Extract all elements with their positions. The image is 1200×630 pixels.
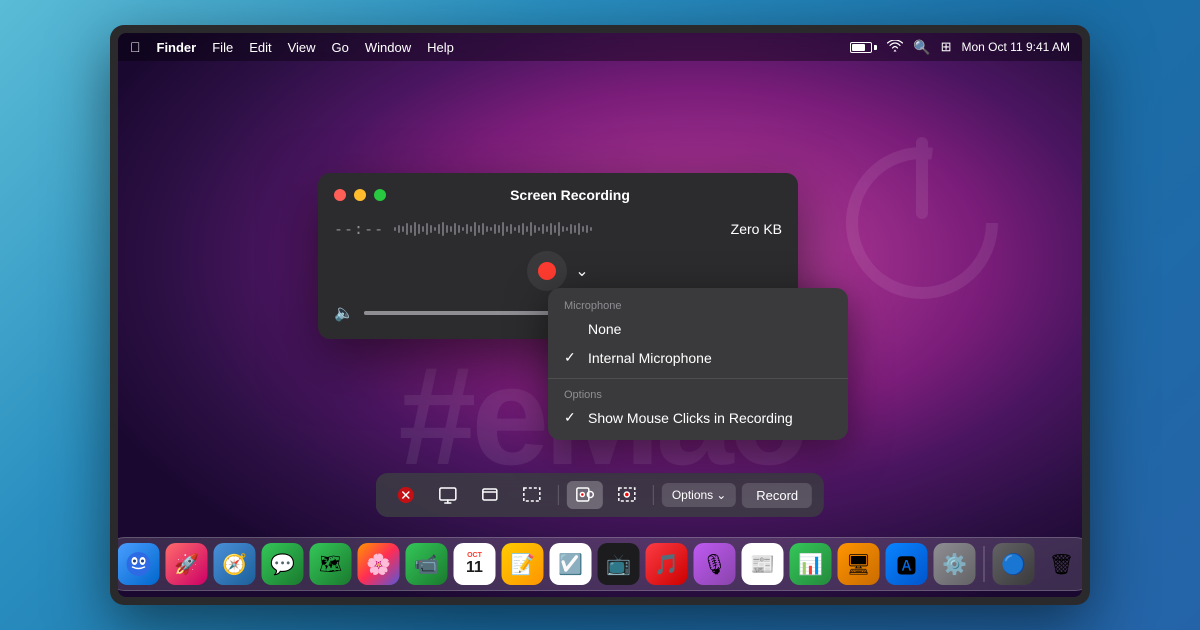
dock: 🚀 🧭 💬 🗺 🌸 📹 — [118, 537, 1082, 591]
dock-maps[interactable]: 🗺 — [310, 543, 352, 585]
audio-waveform — [394, 219, 720, 239]
window-titlebar: Screen Recording — [318, 173, 798, 213]
recording-controls: --:-- Zero KB — [334, 219, 782, 239]
toolbar-divider — [558, 485, 559, 505]
power-watermark-icon — [822, 113, 1022, 313]
dock-safari[interactable]: 🧭 — [214, 543, 256, 585]
dock-keynote[interactable]: 🖥 — [838, 543, 880, 585]
dock-messages[interactable]: 💬 — [262, 543, 304, 585]
dock-finder[interactable] — [118, 543, 160, 585]
menubar-help[interactable]: Help — [427, 40, 454, 55]
toolbar-capture-screen-button[interactable] — [430, 481, 466, 509]
dropdown-divider — [548, 378, 848, 379]
dock-photos[interactable]: 🌸 — [358, 543, 400, 585]
options-chevron-icon: ⌄ — [716, 488, 726, 502]
toolbar-record-selection-button[interactable] — [609, 481, 645, 509]
menubar-go[interactable]: Go — [332, 40, 349, 55]
desktop-background: #eMac  Finder File Edit View Go — [118, 33, 1082, 597]
dock-control-center[interactable]: 🔵 — [993, 543, 1035, 585]
window-title: Screen Recording — [358, 187, 782, 203]
dock-trash[interactable]: 🗑 — [1041, 543, 1083, 585]
toolbar-record-button[interactable]: Record — [742, 483, 812, 508]
show-mouse-clicks-option[interactable]: ✓ Show Mouse Clicks in Recording — [548, 403, 848, 432]
laptop-frame: #eMac  Finder File Edit View Go — [110, 25, 1090, 605]
internal-mic-check-icon: ✓ — [564, 349, 580, 366]
mic-internal-label: Internal Microphone — [588, 350, 712, 366]
file-size-display: Zero KB — [731, 221, 782, 237]
menubar-view[interactable]: View — [288, 40, 316, 55]
toolbar-capture-window-button[interactable] — [472, 481, 508, 509]
dock-facetime[interactable]: 📹 — [406, 543, 448, 585]
mic-none-label: None — [588, 321, 621, 337]
dock-numbers[interactable]: 📊 — [790, 543, 832, 585]
search-icon[interactable]: 🔍 — [913, 39, 930, 56]
record-dot-icon — [538, 262, 556, 280]
dock-appstore[interactable]: 🅰 — [886, 543, 928, 585]
battery-tip — [874, 45, 877, 50]
battery-indicator — [850, 42, 877, 53]
dock-notes[interactable]: 📝 — [502, 543, 544, 585]
record-button[interactable] — [527, 251, 567, 291]
menubar-file[interactable]: File — [212, 40, 233, 55]
menubar:  Finder File Edit View Go Window Help — [118, 33, 1082, 61]
control-center-icon[interactable]: ⊞ — [941, 39, 952, 55]
mic-internal-option[interactable]: ✓ Internal Microphone — [548, 343, 848, 372]
battery-fill — [852, 44, 865, 51]
record-button-row: ⌄ — [334, 251, 782, 291]
dock-separator — [984, 546, 985, 582]
window-close-button[interactable] — [334, 189, 346, 201]
battery-body — [850, 42, 872, 53]
options-button-label: Options — [672, 488, 713, 502]
toolbar-close-button[interactable] — [388, 481, 424, 509]
dock-system-preferences[interactable]: ⚙️ — [934, 543, 976, 585]
menubar-window[interactable]: Window — [365, 40, 411, 55]
dock-news[interactable]: 📰 — [742, 543, 784, 585]
menubar-left:  Finder File Edit View Go Window Help — [130, 39, 454, 55]
dock-music[interactable]: 🎵 — [646, 543, 688, 585]
toolbar-record-screen-button[interactable] — [567, 481, 603, 509]
options-section-label: Options — [548, 385, 848, 403]
dock-appletv[interactable]: 📺 — [598, 543, 640, 585]
screenshot-toolbar: Options ⌄ Record — [376, 473, 824, 517]
outer-background: #eMac  Finder File Edit View Go — [0, 0, 1200, 630]
apple-logo-icon[interactable]:  — [130, 39, 141, 55]
menubar-edit[interactable]: Edit — [249, 40, 271, 55]
microphone-dropdown: Microphone ✓ None ✓ Internal Microphone … — [548, 288, 848, 440]
wifi-icon — [887, 39, 903, 55]
dock-podcasts[interactable]: 🎙 — [694, 543, 736, 585]
mouse-clicks-check-icon: ✓ — [564, 409, 580, 426]
time-display: --:-- — [334, 220, 384, 238]
menubar-datetime: Mon Oct 11 9:41 AM — [962, 40, 1071, 54]
toolbar-options-button[interactable]: Options ⌄ — [662, 483, 736, 507]
laptop-screen: #eMac  Finder File Edit View Go — [118, 33, 1082, 597]
dock-launchpad[interactable]: 🚀 — [166, 543, 208, 585]
volume-icon: 🔈 — [334, 303, 354, 323]
mic-none-option[interactable]: ✓ None — [548, 314, 848, 343]
toolbar-capture-selection-button[interactable] — [514, 481, 550, 509]
menubar-right: 🔍 ⊞ Mon Oct 11 9:41 AM — [850, 39, 1070, 56]
dock-calendar[interactable]: OCT 11 — [454, 543, 496, 585]
menubar-finder[interactable]: Finder — [157, 40, 197, 55]
toolbar-divider-2 — [653, 485, 654, 505]
chevron-down-icon[interactable]: ⌄ — [575, 261, 588, 281]
microphone-section-label: Microphone — [548, 296, 848, 314]
show-mouse-clicks-label: Show Mouse Clicks in Recording — [588, 410, 793, 426]
dock-reminders[interactable]: ☑️ — [550, 543, 592, 585]
